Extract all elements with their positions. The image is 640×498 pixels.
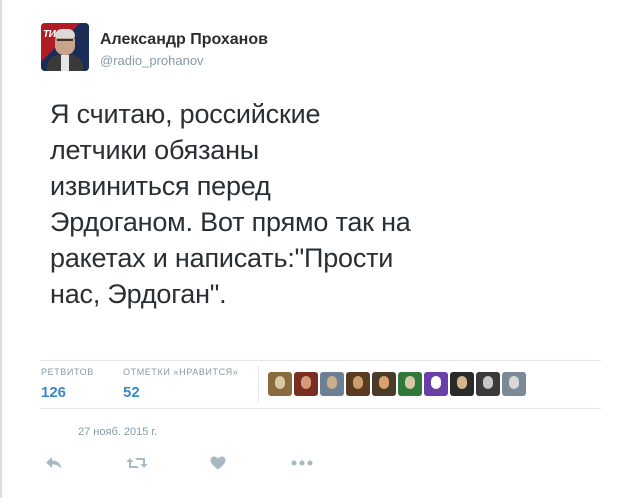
stats-separator — [258, 366, 259, 402]
user-avatar-4[interactable] — [346, 372, 370, 396]
avatar-face — [327, 376, 337, 389]
avatar-face — [301, 376, 311, 389]
avatar-face — [379, 376, 389, 389]
tweet-text: Я считаю, российские летчики обязаны изв… — [50, 96, 520, 312]
retweets-stat[interactable]: РЕТВИТОВ 126 — [41, 367, 94, 401]
avatar-logo: ТИ — [43, 29, 56, 40]
avatar-face — [405, 376, 415, 389]
author-avatar[interactable]: ТИ — [41, 23, 89, 71]
reply-icon — [46, 457, 62, 469]
user-avatar-3[interactable] — [320, 372, 344, 396]
user-avatar-2[interactable] — [294, 372, 318, 396]
tweet-card: ТИ Александр Проханов @radio_prohanov Я … — [0, 0, 640, 498]
tweet-timestamp[interactable]: 27 нояб. 2015 г. — [78, 426, 157, 438]
retweets-label: РЕТВИТОВ — [41, 367, 94, 377]
user-avatar-5[interactable] — [372, 372, 396, 396]
user-avatar-10[interactable] — [502, 372, 526, 396]
avatar-face — [275, 376, 285, 389]
avatar-hair — [55, 29, 75, 38]
likes-stat[interactable]: ОТМЕТКИ «НРАВИТСЯ» 52 — [123, 367, 238, 401]
tweet-text-line: ракетах и написать:"Прости — [50, 243, 394, 273]
user-avatar-1[interactable] — [268, 372, 292, 396]
more-button[interactable] — [290, 453, 314, 473]
avatar-face — [431, 376, 441, 389]
author-display-name[interactable]: Александр Проханов — [100, 31, 268, 49]
avatar-shirt — [61, 55, 69, 71]
retweet-button[interactable] — [126, 453, 148, 473]
stats-divider-top — [40, 360, 601, 361]
avatar-face — [353, 376, 363, 389]
user-avatar-6[interactable] — [398, 372, 422, 396]
likes-count[interactable]: 52 — [123, 384, 238, 401]
tweet-text-line: извиниться перед — [50, 171, 271, 201]
more-icon — [291, 460, 313, 466]
tweet-text-line: Я считаю, российские — [50, 99, 321, 129]
stats-divider-bottom — [40, 408, 601, 409]
retweets-count[interactable]: 126 — [41, 384, 94, 401]
author-username[interactable]: @radio_prohanov — [100, 53, 204, 68]
heart-icon — [210, 456, 226, 470]
like-button[interactable] — [208, 453, 228, 473]
reply-button[interactable] — [44, 453, 64, 473]
avatar-face — [457, 376, 467, 389]
retweet-icon — [126, 458, 148, 468]
tweet-text-line: летчики обязаны — [50, 135, 260, 165]
user-avatar-9[interactable] — [476, 372, 500, 396]
user-avatar-8[interactable] — [450, 372, 474, 396]
tweet-text-line: Эрдоганом. Вот прямо так на — [50, 207, 411, 237]
likes-label: ОТМЕТКИ «НРАВИТСЯ» — [123, 367, 239, 377]
avatar-face — [509, 376, 519, 389]
tweet-text-line: нас, Эрдоган". — [50, 279, 227, 309]
avatar-face — [483, 376, 493, 389]
user-avatar-7[interactable] — [424, 372, 448, 396]
avatar-glasses — [57, 39, 73, 45]
